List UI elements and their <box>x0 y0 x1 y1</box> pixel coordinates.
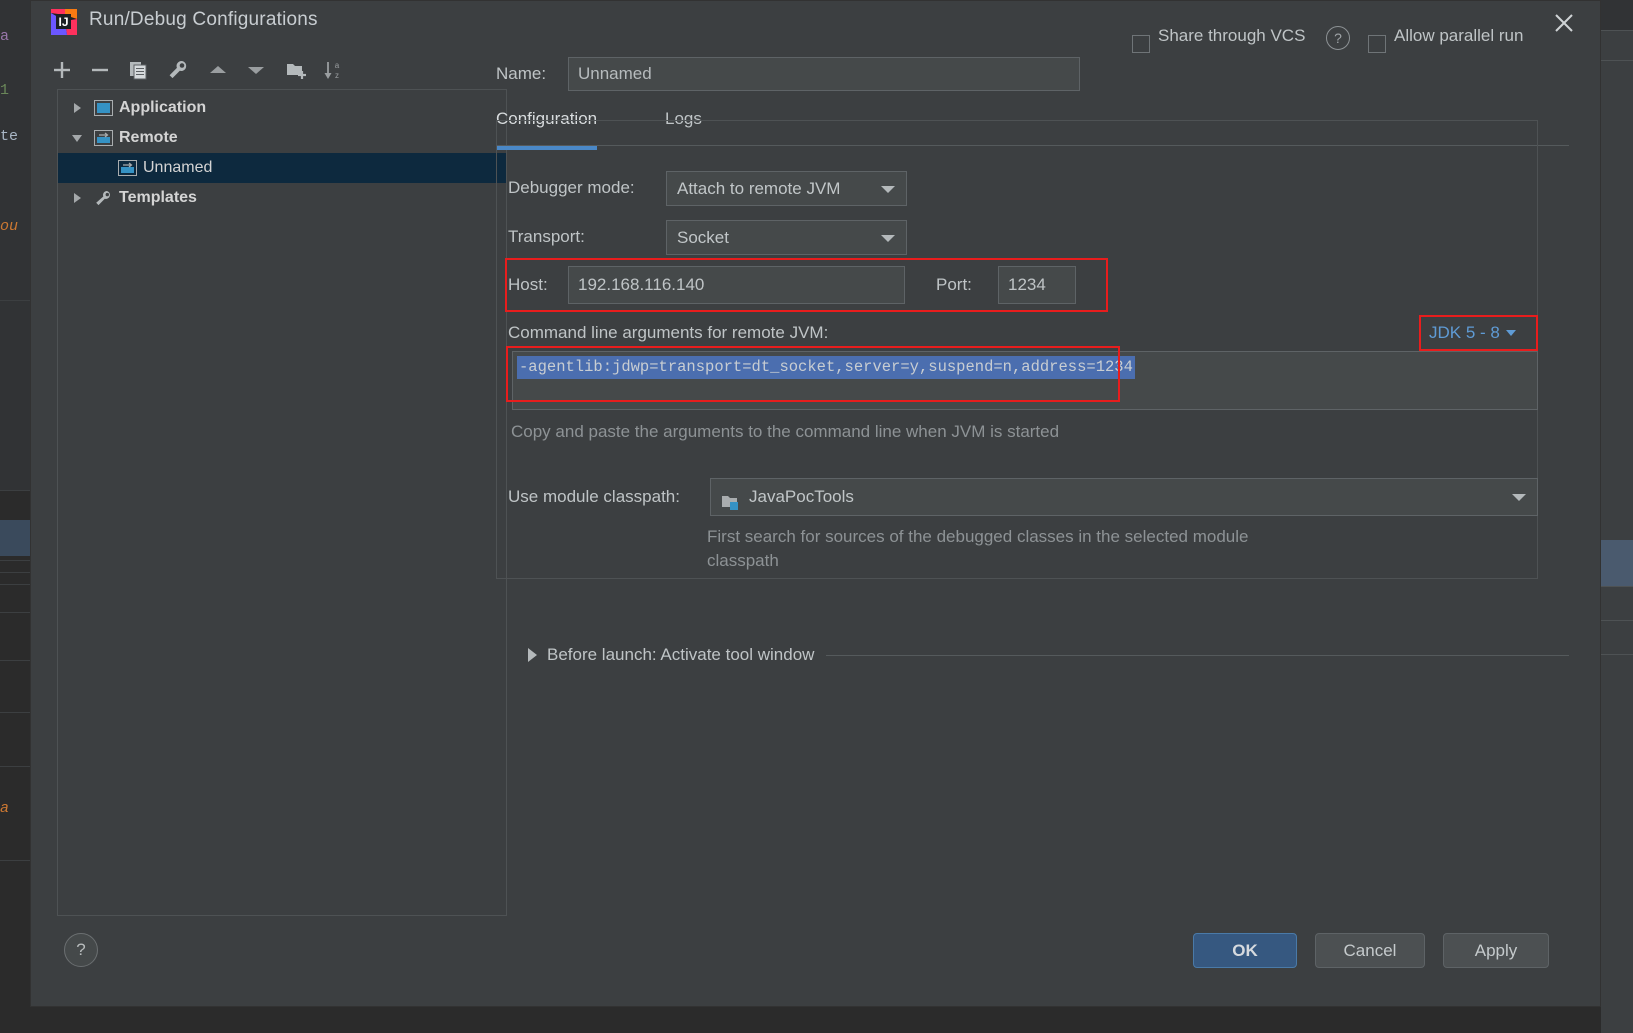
collapse-arrow-icon[interactable] <box>62 132 92 144</box>
name-input[interactable]: Unnamed <box>568 57 1080 91</box>
background-panel-right <box>1601 0 1633 1033</box>
tree-item-label: Templates <box>119 189 197 206</box>
run-debug-configurations-dialog: IJ Run/Debug Configurations a z Applicat… <box>30 0 1601 1007</box>
chevron-down-icon <box>1512 494 1526 501</box>
chevron-down-icon <box>881 185 895 193</box>
add-icon[interactable] <box>43 49 83 91</box>
tree-item-label: Remote <box>119 129 178 146</box>
allow-parallel-run-checkbox[interactable] <box>1368 35 1386 53</box>
command-line-arguments-field[interactable]: -agentlib:jdwp=transport=dt_socket,serve… <box>512 351 1538 410</box>
before-launch-section[interactable]: Before launch: Activate tool window <box>528 641 1569 669</box>
background-gutter <box>0 0 30 490</box>
tree-item-label: Application <box>119 99 207 116</box>
move-up-icon[interactable] <box>199 49 239 91</box>
transport-dropdown[interactable]: Socket <box>666 220 907 255</box>
tree-item-unnamed[interactable]: Unnamed <box>58 153 506 183</box>
apply-button[interactable]: Apply <box>1443 933 1549 968</box>
expand-arrow-icon[interactable] <box>528 648 537 662</box>
command-line-arguments-hint: Copy and paste the arguments to the comm… <box>511 422 1060 441</box>
expand-arrow-icon[interactable] <box>62 192 92 204</box>
background-code-text: a <box>0 28 10 45</box>
debugger-mode-value: Attach to remote JVM <box>677 179 841 198</box>
background-selected-row <box>1601 540 1633 586</box>
use-module-classpath-label: Use module classpath: <box>508 487 680 506</box>
chevron-down-icon <box>1505 330 1516 336</box>
tree-item-label: Unnamed <box>143 159 213 176</box>
copy-icon[interactable] <box>119 49 159 91</box>
before-launch-label: Before launch: Activate tool window <box>547 645 815 664</box>
port-label: Port: <box>936 275 972 294</box>
svg-text:IJ: IJ <box>58 15 68 29</box>
remove-icon[interactable] <box>81 49 121 91</box>
background-code-text: ou <box>0 218 19 235</box>
remote-icon <box>92 129 114 147</box>
host-label: Host: <box>508 275 548 294</box>
dialog-titlebar: IJ Run/Debug Configurations <box>31 1 1600 45</box>
svg-text:a: a <box>335 61 340 70</box>
transport-value: Socket <box>677 228 729 247</box>
close-icon[interactable] <box>1542 3 1586 41</box>
configurations-toolbar: a z <box>43 49 483 91</box>
help-button[interactable]: ? <box>64 933 98 967</box>
share-through-vcs-checkbox[interactable] <box>1132 35 1150 53</box>
intellij-idea-icon: IJ <box>49 7 79 37</box>
jdk-version-label: JDK 5 - 8 <box>1429 323 1500 342</box>
tree-item-application[interactable]: Application <box>58 93 506 123</box>
section-divider <box>826 654 1569 656</box>
ok-button[interactable]: OK <box>1193 933 1297 968</box>
debugger-mode-label: Debugger mode: <box>508 178 635 197</box>
sort-alphabetically-icon[interactable]: a z <box>315 49 355 91</box>
dialog-title: Run/Debug Configurations <box>89 9 318 30</box>
background-editor-left: a 1 te ou a <box>0 0 30 1033</box>
background-code-text: 1 <box>0 82 10 99</box>
wrench-icon[interactable] <box>159 49 199 91</box>
svg-text:z: z <box>335 71 339 80</box>
module-classpath-dropdown[interactable]: JavaPocTools <box>710 478 1538 516</box>
port-input[interactable]: 1234 <box>998 266 1076 304</box>
application-icon <box>92 99 114 117</box>
background-code-text: te <box>0 128 19 145</box>
module-icon <box>721 488 741 510</box>
wrench-icon <box>92 189 114 207</box>
tree-item-remote[interactable]: Remote <box>58 123 506 153</box>
module-classpath-value: JavaPocTools <box>749 487 854 506</box>
module-classpath-hint: First search for sources of the debugged… <box>707 527 1249 570</box>
remote-icon <box>116 159 138 177</box>
background-selected-row <box>0 520 30 556</box>
cancel-button[interactable]: Cancel <box>1315 933 1425 968</box>
jdk-version-dropdown[interactable]: JDK 5 - 8 <box>1421 317 1524 349</box>
configurations-tree[interactable]: Application Remote Unnamed Templates <box>57 89 507 916</box>
new-folder-icon[interactable] <box>277 49 317 91</box>
name-label: Name: <box>496 64 547 83</box>
allow-parallel-run-label[interactable]: Allow parallel run <box>1394 26 1523 46</box>
debugger-mode-dropdown[interactable]: Attach to remote JVM <box>666 171 907 206</box>
chevron-down-icon <box>881 234 895 242</box>
transport-label: Transport: <box>508 227 585 246</box>
tree-item-templates[interactable]: Templates <box>58 183 506 213</box>
host-input[interactable]: 192.168.116.140 <box>568 266 905 304</box>
command-line-arguments-value: -agentlib:jdwp=transport=dt_socket,serve… <box>517 356 1135 379</box>
command-line-arguments-label: Command line arguments for remote JVM: <box>508 323 829 342</box>
expand-arrow-icon[interactable] <box>62 102 92 114</box>
move-down-icon[interactable] <box>237 49 277 91</box>
share-through-vcs-label[interactable]: Share through VCS <box>1158 26 1305 46</box>
background-code-text: a <box>0 800 10 817</box>
help-icon[interactable]: ? <box>1326 26 1350 50</box>
